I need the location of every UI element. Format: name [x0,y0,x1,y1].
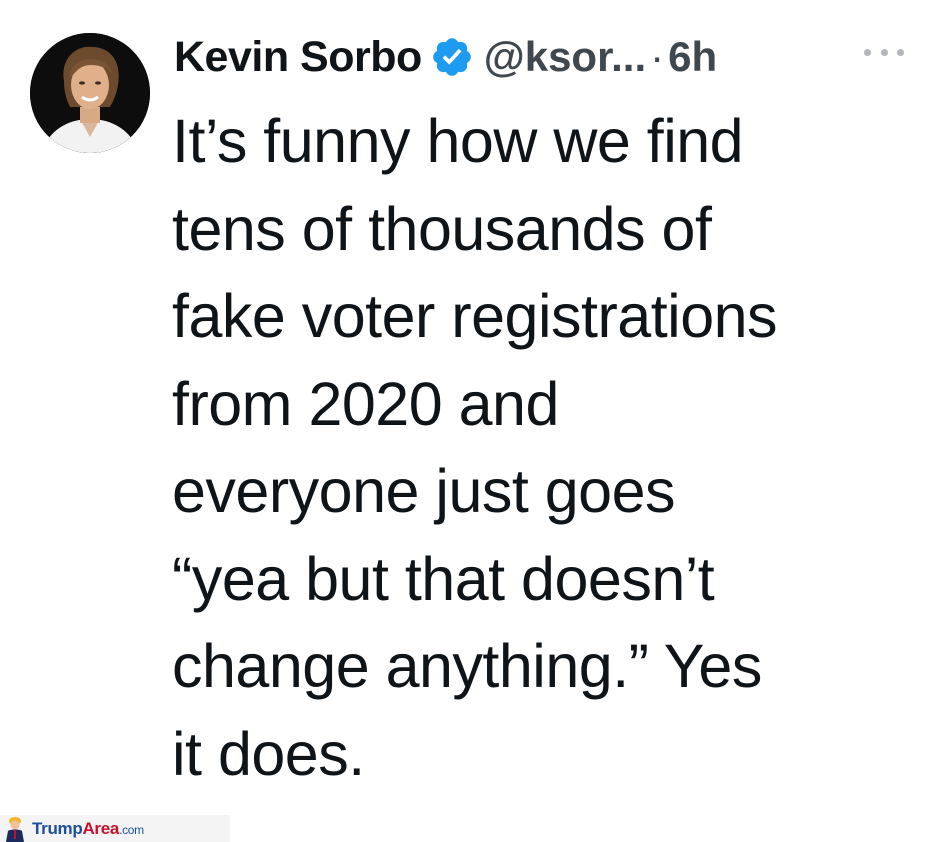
tweet-header: Kevin Sorbo @ksor... · 6h [174,29,914,85]
avatar-image [30,33,150,153]
verified-badge-icon [432,38,471,76]
trump-figure-icon [6,817,24,842]
more-dot [897,48,904,56]
more-horizontal-icon[interactable] [864,42,904,62]
separator: · [650,33,665,80]
watermark: TrumpArea.com [0,815,230,842]
avatar[interactable] [30,33,150,153]
more-dot [880,48,888,56]
tweet-card: Kevin Sorbo @ksor... · 6h It’s funny how… [0,0,940,842]
timestamp[interactable]: 6h [668,33,717,81]
handle[interactable]: @ksor... [484,33,646,81]
watermark-brand: TrumpArea.com [32,819,144,839]
tweet-text: It’s funny how we find tens of thousands… [172,107,778,788]
display-name[interactable]: Kevin Sorbo [174,33,422,82]
watermark-brand-part2: Area [82,818,120,838]
watermark-brand-tld: .com [119,822,144,837]
watermark-brand-part1: Trump [32,818,83,838]
more-dot [864,48,871,56]
